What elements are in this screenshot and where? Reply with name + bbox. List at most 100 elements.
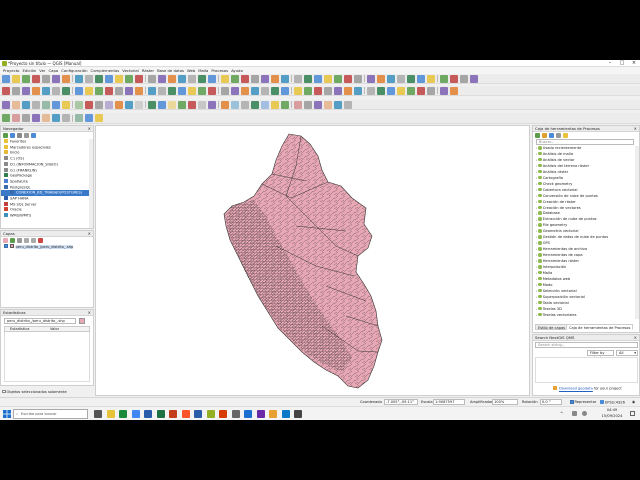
select-icon[interactable] xyxy=(344,100,352,109)
menu-item-11[interactable]: Procesos xyxy=(211,68,228,73)
toolbox-item[interactable]: › Creación de vectores xyxy=(533,205,635,212)
rotation-input[interactable]: 0.0 ° xyxy=(540,399,562,405)
outlook-icon[interactable] xyxy=(194,410,202,418)
add-raster-icon[interactable] xyxy=(62,100,70,109)
measure-icon[interactable] xyxy=(85,74,93,83)
browser-item[interactable]: SAP HANA xyxy=(1,196,89,202)
collapse-icon[interactable] xyxy=(24,133,29,138)
browser-item[interactable]: Inicio xyxy=(1,150,89,156)
selected-only-checkbox[interactable] xyxy=(2,389,6,394)
add-vector-icon[interactable] xyxy=(241,86,249,95)
toolbox-item[interactable]: › Cartografía xyxy=(533,175,635,182)
new-project-icon[interactable] xyxy=(334,74,342,83)
chrome-icon[interactable] xyxy=(131,410,140,418)
expand-icon[interactable]: › xyxy=(536,200,537,204)
download-geodata-link[interactable]: Download geodata xyxy=(559,387,593,391)
label-icon[interactable] xyxy=(281,86,289,95)
zoom-icon[interactable] xyxy=(32,114,40,122)
layer-icon[interactable] xyxy=(95,74,103,83)
tab-layer-styling[interactable]: Estilo de capas xyxy=(535,324,569,330)
measure-icon[interactable] xyxy=(52,86,60,95)
menu-item-4[interactable]: Configuración xyxy=(61,68,87,73)
menu-item-8[interactable]: Base de datos xyxy=(157,68,184,73)
qgis-taskbar-icon[interactable] xyxy=(206,410,215,418)
plugin-icon[interactable] xyxy=(125,86,133,95)
identify-icon[interactable] xyxy=(208,86,216,95)
browser-item[interactable]: Oracle xyxy=(1,207,89,213)
layer-item[interactable]: peru_distrito_/peru_distrito_.shp xyxy=(1,244,93,250)
menu-item-9[interactable]: Web xyxy=(187,68,195,73)
toolbox-item[interactable]: › Cobertura vectorial xyxy=(533,187,635,194)
identify-icon[interactable] xyxy=(75,74,83,83)
toolbox-item[interactable]: › Teselas 3D xyxy=(533,306,635,313)
add-group-icon[interactable] xyxy=(10,238,15,243)
open-icon[interactable] xyxy=(314,86,322,95)
label-icon[interactable] xyxy=(148,74,156,83)
add-raster-icon[interactable] xyxy=(417,86,425,95)
remove-layer-icon[interactable] xyxy=(38,238,43,243)
toolbox-item[interactable]: › Herramientas de capa xyxy=(533,253,635,259)
new-project-icon[interactable] xyxy=(2,74,10,83)
pan-icon[interactable] xyxy=(324,100,332,109)
toolbox-item[interactable]: › Teselas vectoriales xyxy=(533,312,635,319)
select-icon[interactable] xyxy=(12,100,20,109)
magnifier-input[interactable]: 100% xyxy=(492,399,518,405)
notifications-icon[interactable] xyxy=(630,411,635,416)
edit-icon[interactable] xyxy=(85,100,93,109)
expand-icon[interactable]: › xyxy=(536,307,537,311)
toolbox-item[interactable]: › Superposición vectorial xyxy=(533,294,635,301)
measure-icon[interactable] xyxy=(32,100,40,109)
expand-icon[interactable]: › xyxy=(536,247,537,251)
browser-item[interactable]: G:\ (FRANKLIN) xyxy=(1,167,89,174)
digitize-icon[interactable] xyxy=(261,86,269,95)
excel-icon[interactable] xyxy=(156,410,165,418)
messages-icon[interactable]: ◉ xyxy=(632,400,635,404)
print-icon[interactable] xyxy=(367,74,375,83)
expand-icon[interactable]: › xyxy=(536,265,537,269)
browser-item[interactable]: Marcadores espaciales xyxy=(1,144,89,151)
label-icon[interactable] xyxy=(95,100,103,109)
browser-item[interactable]: PostgreSQL xyxy=(1,184,89,191)
browser-item[interactable]: CONEXION_BD_TRABAJO(POSTGRES) xyxy=(1,190,89,196)
menu-item-10[interactable]: Malla xyxy=(198,68,208,73)
select-icon[interactable] xyxy=(42,114,50,122)
menu-item-1[interactable]: Edición xyxy=(23,68,37,73)
add-raster-icon[interactable] xyxy=(85,86,93,95)
measure-icon[interactable] xyxy=(387,86,395,95)
browser-item[interactable]: C:\ (OS) xyxy=(1,156,89,162)
add-vector-icon[interactable] xyxy=(221,100,229,109)
save-icon[interactable] xyxy=(304,100,312,109)
expand-icon[interactable]: › xyxy=(536,206,537,210)
select-icon[interactable] xyxy=(367,86,375,95)
task-view-icon[interactable] xyxy=(94,410,102,418)
label-icon[interactable] xyxy=(115,86,123,95)
measure-icon[interactable] xyxy=(417,74,425,83)
expand-icon[interactable]: › xyxy=(536,146,537,150)
digitize-icon[interactable] xyxy=(241,100,249,109)
new-project-icon[interactable] xyxy=(115,100,123,109)
identify-icon[interactable] xyxy=(407,74,415,83)
measure-icon[interactable] xyxy=(198,100,206,109)
identify-icon[interactable] xyxy=(52,114,60,122)
print-icon[interactable] xyxy=(334,86,342,95)
models-icon[interactable] xyxy=(535,133,540,138)
toolbox-item[interactable]: › Geometría vectorial xyxy=(533,229,635,235)
print-icon[interactable] xyxy=(12,114,20,122)
edit-icon[interactable] xyxy=(135,74,143,83)
statistics-layer-select[interactable]: peru_distrito_/peru_distrito_.shp xyxy=(4,318,76,324)
add-raster-icon[interactable] xyxy=(95,114,103,122)
edit-icon[interactable] xyxy=(440,86,448,95)
edge-icon[interactable] xyxy=(119,410,127,418)
new-project-icon[interactable] xyxy=(135,86,143,95)
zoom-icon[interactable] xyxy=(387,74,395,83)
toolbox-search-input[interactable]: Buscar... xyxy=(536,139,634,145)
plugin-icon[interactable] xyxy=(158,74,166,83)
save-icon[interactable] xyxy=(158,86,166,95)
volume-icon[interactable] xyxy=(582,411,587,416)
layer-icon[interactable] xyxy=(75,114,83,122)
open-icon[interactable] xyxy=(294,100,302,109)
tray-chevron-icon[interactable]: ^ xyxy=(560,411,563,416)
pan-icon[interactable] xyxy=(12,86,20,95)
expand-icon[interactable]: › xyxy=(536,152,537,156)
zoom-icon[interactable] xyxy=(22,86,30,95)
